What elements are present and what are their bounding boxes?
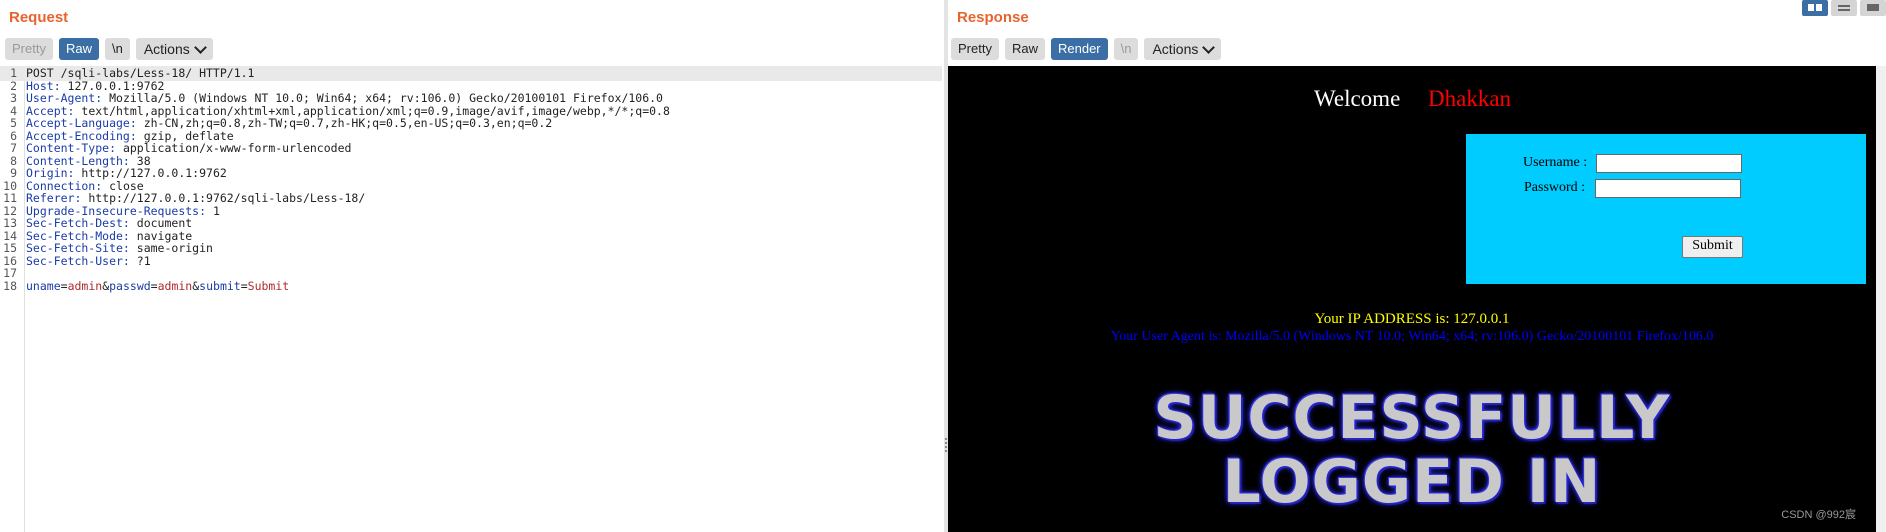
response-title: Response <box>957 9 1029 26</box>
param-value: admin <box>67 278 103 293</box>
request-editor[interactable]: 1 POST /sqli-labs/Less-18/ HTTP/1.1 2 Host:… <box>0 66 944 532</box>
password-input[interactable] <box>1595 179 1741 198</box>
layout-view-icons <box>1802 0 1886 16</box>
param-name: passwd <box>109 278 151 293</box>
request-body-line: 18 uname=admin&passwd=admin&submit=Submit <box>0 279 944 294</box>
username-input[interactable] <box>1596 154 1742 173</box>
response-newline-toggle[interactable]: \n <box>1113 38 1139 60</box>
split-view-icon[interactable] <box>1802 0 1828 16</box>
response-render-tab[interactable]: Render <box>1050 38 1108 60</box>
request-actions-menu[interactable]: Actions <box>135 38 213 60</box>
param-name: uname <box>26 278 61 293</box>
response-raw-tab[interactable]: Raw <box>1004 38 1045 60</box>
chevron-down-icon <box>193 40 207 54</box>
request-raw-tab[interactable]: Raw <box>58 38 99 60</box>
response-actions-label: Actions <box>1152 41 1199 57</box>
success-banner-line2: LOGGED IN <box>1222 447 1602 517</box>
ip-address-text: Your IP ADDRESS is: 127.0.0.1 <box>1314 311 1510 327</box>
welcome-name: Dhakkan <box>1428 86 1512 111</box>
response-actions-menu[interactable]: Actions <box>1144 38 1222 60</box>
username-label: Username : <box>1523 155 1588 170</box>
success-banner-line1: SUCCESSFULLY <box>1153 383 1671 453</box>
line-text: uname=admin&passwd=admin&submit=Submit <box>26 279 289 294</box>
login-form: Username : Password : Submit <box>1466 134 1866 284</box>
param-value: admin <box>157 278 193 293</box>
request-newline-toggle[interactable]: \n <box>104 38 130 60</box>
password-label: Password : <box>1524 180 1586 195</box>
param-name: submit <box>199 278 241 293</box>
request-panel: Request Pretty Raw \n Actions 1 POST /sql… <box>0 0 944 532</box>
param-equals: = <box>240 278 248 293</box>
param-value: Submit <box>247 278 290 293</box>
request-actions-label: Actions <box>143 41 190 57</box>
single-view-icon[interactable] <box>1860 0 1886 16</box>
user-agent-text: Your User Agent is: Mozilla/5.0 (Windows… <box>1110 329 1714 344</box>
response-pretty-tab[interactable]: Pretty <box>951 38 999 60</box>
response-toolbar: Pretty Raw Render \n Actions <box>951 38 1222 60</box>
request-title: Request <box>9 9 69 26</box>
chevron-down-icon <box>1202 40 1216 54</box>
response-panel: Response Pretty Raw Render \n Actions We… <box>948 0 1886 532</box>
line-number: 18 <box>3 278 17 293</box>
horizontal-view-icon[interactable] <box>1831 0 1857 16</box>
welcome-text: Welcome <box>1314 86 1401 111</box>
request-pretty-tab[interactable]: Pretty <box>5 38 53 60</box>
divider-grip-icon[interactable] <box>945 438 947 452</box>
param-equals: = <box>60 278 68 293</box>
submit-button[interactable]: Submit <box>1682 236 1743 258</box>
rendered-page: Welcome Dhakkan Username : Password : Su… <box>948 66 1876 532</box>
response-scrollbar[interactable] <box>1876 66 1886 532</box>
request-toolbar: Pretty Raw \n Actions <box>5 38 213 60</box>
watermark: CSDN @992宸 <box>1781 509 1856 521</box>
param-equals: = <box>150 278 158 293</box>
